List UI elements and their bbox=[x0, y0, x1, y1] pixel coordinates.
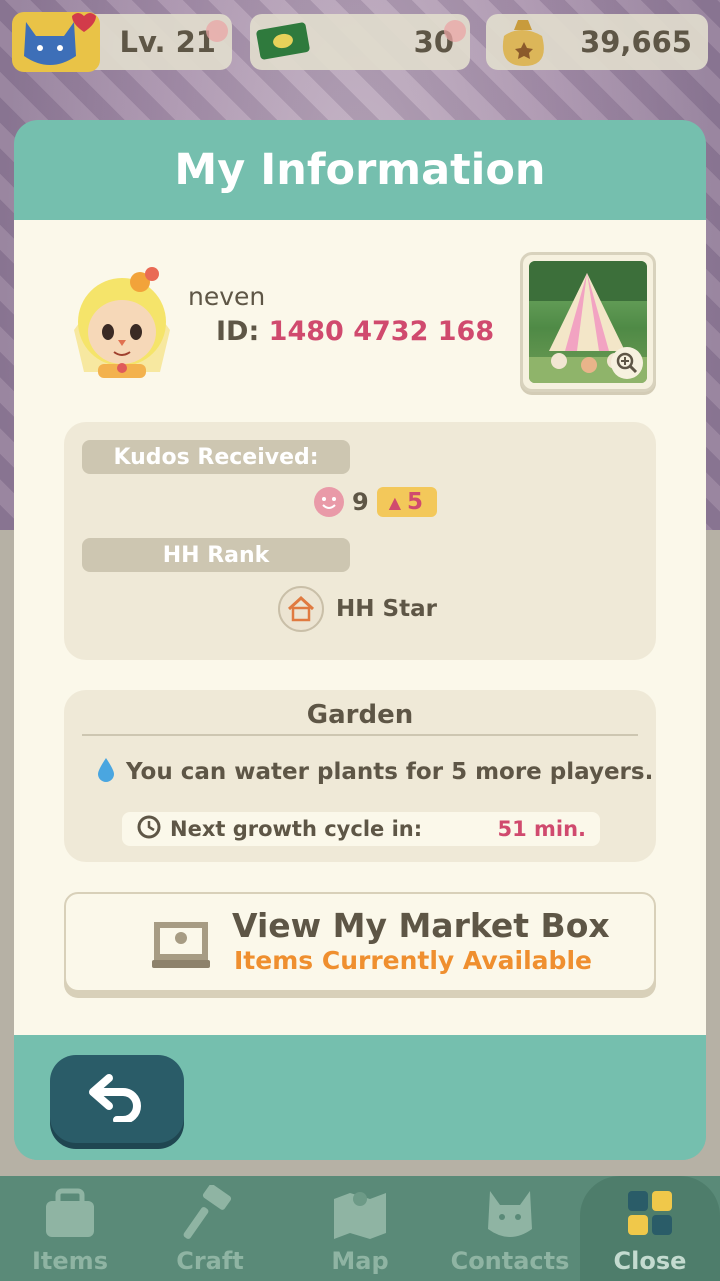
nav-map-label: Map bbox=[331, 1247, 389, 1275]
market-box-icon bbox=[150, 912, 212, 970]
water-row: You can water plants for 5 more players. bbox=[96, 756, 653, 788]
growth-label: Next growth cycle in: bbox=[170, 817, 423, 841]
my-information-modal: My Information neven ID: 1480 4732 168 K… bbox=[14, 120, 706, 1160]
rank-row: HH Star bbox=[278, 586, 437, 632]
growth-value: 51 min. bbox=[497, 817, 586, 841]
player-id-value: 1480 4732 168 bbox=[268, 316, 495, 347]
kudos-delta-badge: ▲ 5 bbox=[376, 487, 438, 517]
plus-icon bbox=[444, 20, 466, 42]
market-subtitle: Items Currently Available bbox=[234, 946, 592, 975]
player-id-row: ID: 1480 4732 168 bbox=[216, 316, 494, 347]
cat-head-icon bbox=[12, 12, 100, 72]
water-drop-icon bbox=[96, 756, 116, 788]
view-market-box-button[interactable]: View My Market Box Items Currently Avail… bbox=[64, 892, 656, 992]
campsite-photo[interactable] bbox=[520, 252, 656, 392]
nav-craft[interactable]: Craft bbox=[140, 1176, 280, 1281]
zoom-in-icon[interactable] bbox=[611, 347, 643, 379]
leaf-ticket-display[interactable]: 30 bbox=[250, 14, 470, 70]
back-button[interactable] bbox=[50, 1055, 184, 1143]
bag-icon bbox=[38, 1185, 102, 1243]
nav-items[interactable]: Items bbox=[0, 1176, 140, 1281]
leaf-ticket-icon bbox=[248, 12, 336, 72]
bottom-nav: Items Craft Map Contacts Close bbox=[0, 1176, 720, 1281]
hammer-icon bbox=[178, 1184, 242, 1243]
nav-items-label: Items bbox=[32, 1247, 108, 1275]
rank-value: HH Star bbox=[336, 596, 437, 622]
nav-close[interactable]: Close bbox=[580, 1176, 720, 1281]
level-display[interactable]: Lv. 21 bbox=[12, 12, 232, 72]
nav-contacts[interactable]: Contacts bbox=[440, 1176, 580, 1281]
level-text: Lv. 21 bbox=[119, 25, 217, 59]
nav-craft-label: Craft bbox=[176, 1247, 244, 1275]
kudos-label: Kudos Received: bbox=[82, 440, 350, 474]
house-icon bbox=[278, 586, 324, 632]
clock-icon bbox=[136, 814, 162, 845]
nav-map[interactable]: Map bbox=[290, 1176, 430, 1281]
kudos-count: 9 bbox=[352, 488, 369, 516]
nav-close-label: Close bbox=[613, 1247, 687, 1275]
modal-title: My Information bbox=[174, 145, 546, 195]
bells-text: 39,665 bbox=[580, 25, 692, 59]
modal-footer bbox=[14, 1035, 706, 1160]
player-name: neven bbox=[188, 282, 266, 311]
smile-icon bbox=[314, 487, 344, 517]
plus-icon bbox=[206, 20, 228, 42]
water-text: You can water plants for 5 more players. bbox=[126, 759, 654, 785]
cat-icon bbox=[478, 1185, 542, 1243]
grid-icon bbox=[618, 1185, 682, 1243]
bell-bag-icon bbox=[484, 12, 572, 72]
campsite-thumbnail bbox=[529, 261, 647, 383]
player-id-label: ID: bbox=[216, 316, 260, 347]
garden-card: Garden You can water plants for 5 more p… bbox=[64, 690, 656, 862]
kudos-row: 9 ▲ 5 bbox=[314, 484, 438, 520]
modal-body: neven ID: 1480 4732 168 Kudos Received: … bbox=[14, 220, 706, 1035]
map-icon bbox=[328, 1185, 392, 1243]
back-arrow-icon bbox=[87, 1072, 147, 1126]
kudos-rank-card: Kudos Received: 9 ▲ 5 HH Rank HH Star bbox=[64, 422, 656, 660]
garden-title: Garden bbox=[82, 696, 638, 736]
rank-label: HH Rank bbox=[82, 538, 350, 572]
player-avatar bbox=[64, 260, 180, 382]
kudos-delta-value: 5 bbox=[407, 489, 424, 515]
bells-display[interactable]: 39,665 bbox=[486, 14, 708, 70]
market-title: View My Market Box bbox=[232, 906, 610, 945]
nav-contacts-label: Contacts bbox=[450, 1247, 570, 1275]
growth-row: Next growth cycle in: 51 min. bbox=[122, 812, 600, 846]
up-arrow-icon: ▲ bbox=[388, 492, 402, 512]
